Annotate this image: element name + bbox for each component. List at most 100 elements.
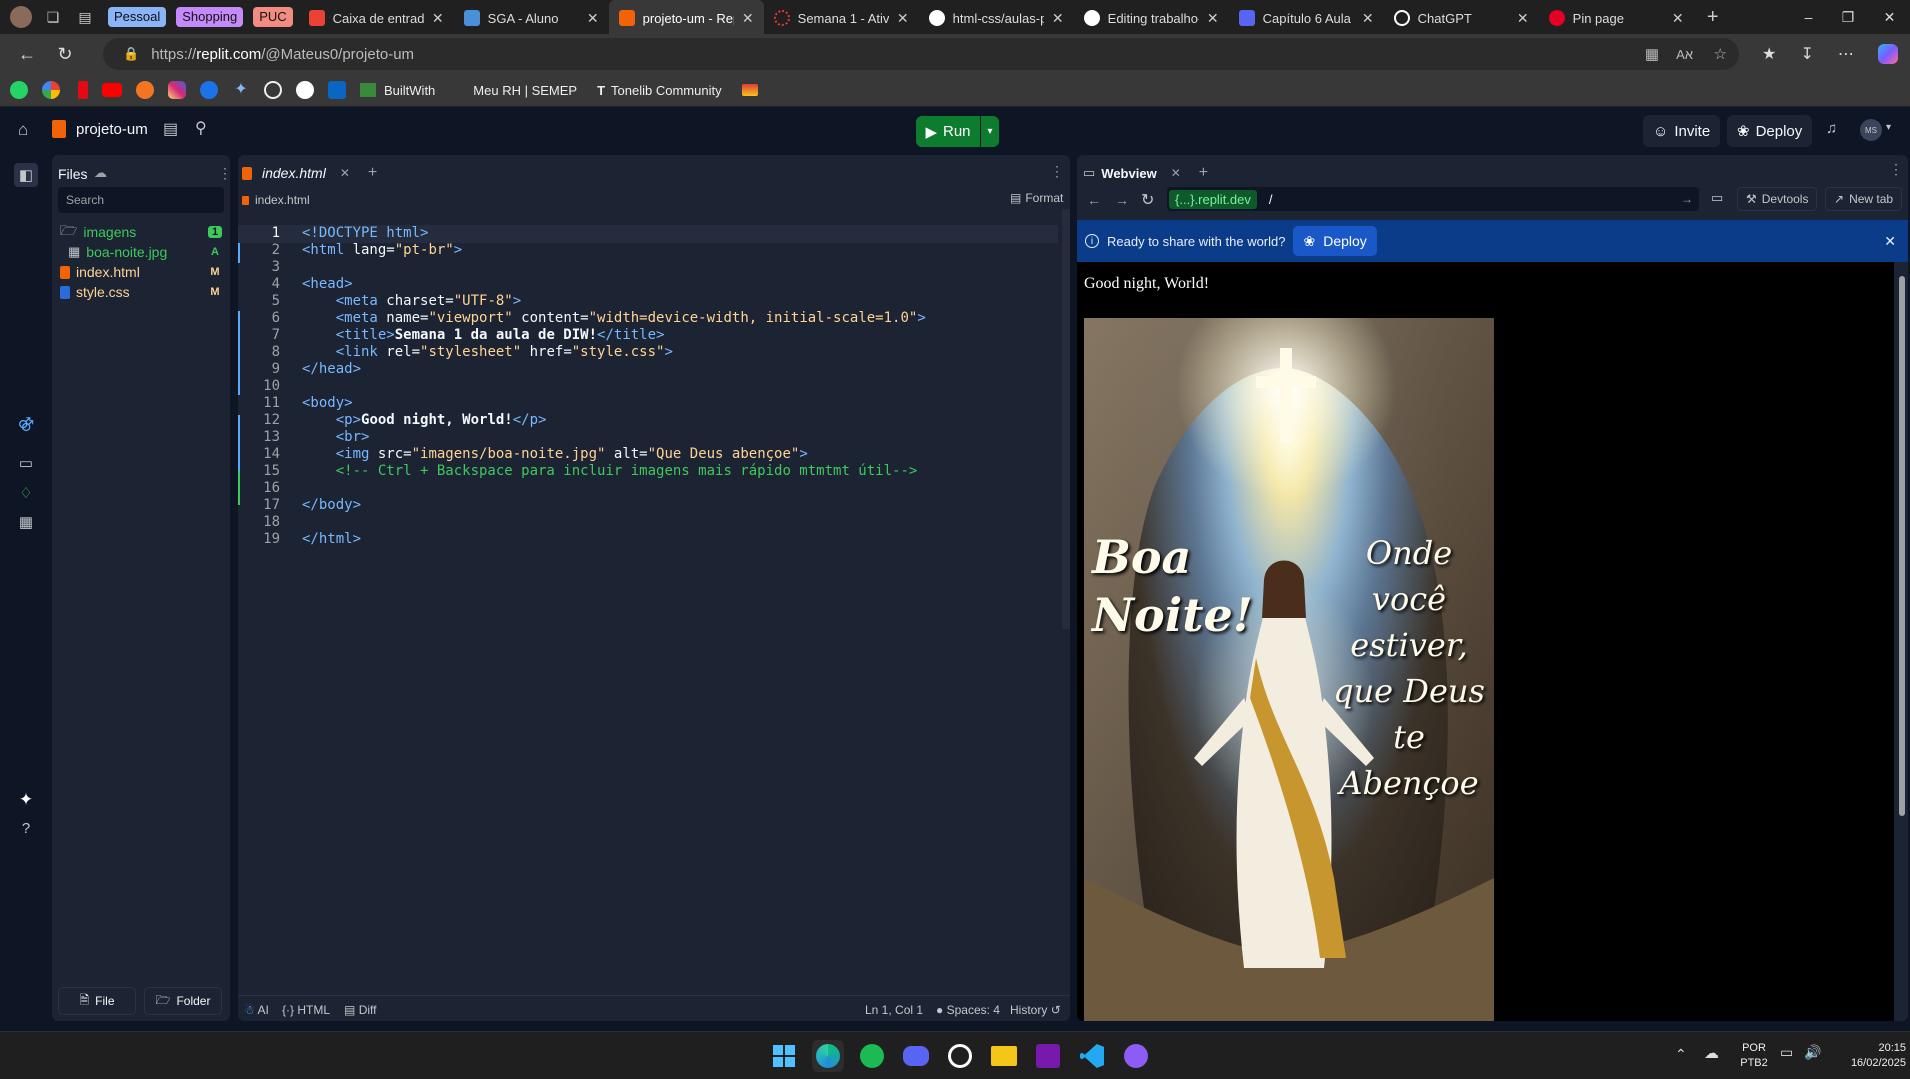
new-folder-button[interactable]: 🗁 Folder [144, 987, 222, 1015]
vertical-tabs-icon[interactable]: ▤ [74, 6, 96, 28]
close-icon[interactable]: ✕ [1052, 10, 1064, 27]
downloads-icon[interactable]: ↧ [1800, 44, 1813, 64]
tab-replit[interactable]: projeto-um - Replit✕ [608, 0, 764, 34]
close-icon[interactable]: ✕ [1362, 10, 1374, 27]
favorite-star-icon[interactable]: ☆ [1714, 45, 1727, 63]
gemini-bookmark-icon[interactable]: ✦ [232, 81, 250, 99]
go-icon[interactable]: → [1681, 192, 1693, 206]
add-tab-icon[interactable]: + [368, 164, 377, 182]
github-desktop-icon[interactable] [1120, 1040, 1152, 1072]
split-screen-icon[interactable]: ▦ [1645, 45, 1659, 63]
run-options-dropdown[interactable]: ▾ [981, 116, 999, 147]
new-file-button[interactable]: 🗎 File [58, 987, 136, 1015]
bookmark-builtwith[interactable]: BuiltWith [360, 83, 435, 98]
avatar[interactable]: MS [1860, 119, 1882, 141]
network-icon[interactable]: ▭ [1780, 1044, 1793, 1061]
tab-semana[interactable]: Semana 1 - Atividade✕ [764, 0, 919, 34]
url-bar[interactable]: 🔒 https://replit.com/@Mateus0/projeto-um… [103, 38, 1739, 70]
tab-index-html[interactable]: index.html ✕ + [242, 159, 377, 187]
play-bookmark-icon[interactable] [200, 81, 218, 99]
file-index-html[interactable]: index.html M [60, 261, 222, 283]
close-icon[interactable]: ✕ [432, 10, 444, 27]
bell-icon[interactable]: ♫ [1826, 120, 1837, 137]
tab-github-editing[interactable]: Editing trabalho-p✕ [1074, 0, 1229, 34]
forward-icon[interactable]: → [1115, 192, 1129, 208]
webview-scrollbar[interactable] [1896, 262, 1908, 1021]
tab-sga[interactable]: SGA - Aluno ✕ [454, 0, 609, 34]
tab-capitulo[interactable]: Capítulo 6 Aula 4 ✕ [1229, 0, 1384, 34]
more-options-icon[interactable]: ⋮ [1050, 163, 1064, 180]
edge-icon[interactable] [812, 1040, 844, 1072]
add-tab-icon[interactable]: + [1199, 164, 1208, 182]
help-icon[interactable]: ? [14, 816, 38, 840]
more-icon[interactable]: ⋯ [1838, 44, 1854, 64]
back-icon[interactable]: ← [10, 37, 44, 71]
openai-bookmark-icon[interactable] [264, 81, 282, 99]
close-icon[interactable]: ✕ [1517, 10, 1529, 27]
read-aloud-icon[interactable]: Aא [1676, 47, 1693, 62]
onenote-icon[interactable] [1032, 1040, 1064, 1072]
tab-webview[interactable]: ▭ Webview ✕ + [1083, 161, 1208, 185]
new-tab-button[interactable]: ↗ New tab [1825, 187, 1903, 211]
banner-deploy-button[interactable]: ❀ Deploy [1293, 226, 1377, 256]
crunchyroll-bookmark-icon[interactable] [136, 81, 154, 99]
youtube-bookmark-icon[interactable] [102, 83, 122, 97]
reload-icon[interactable]: ↻ [48, 37, 82, 71]
bookmark-meu-rh[interactable]: Meu RH | SEMEP [473, 83, 577, 98]
profile-avatar[interactable] [10, 6, 32, 28]
file-style-css[interactable]: style.css M [60, 281, 222, 303]
tab-github-aulas[interactable]: html-css/aulas-pr ✕ [919, 0, 1074, 34]
invite-button[interactable]: ☺ Invite [1643, 115, 1721, 147]
folder-bookmark-icon[interactable] [741, 84, 758, 96]
files-search-input[interactable]: Search [58, 187, 224, 213]
secrets-icon[interactable]: ♢ [14, 481, 38, 505]
instagram-bookmark-icon[interactable] [168, 81, 186, 99]
close-icon[interactable]: ✕ [1171, 166, 1181, 180]
close-icon[interactable]: ✕ [587, 10, 599, 27]
diff-button[interactable]: ▤ Diff [344, 1003, 376, 1017]
input-language[interactable]: POR PTB2 [1738, 1041, 1770, 1071]
discord-icon[interactable] [900, 1040, 932, 1072]
clock[interactable]: 20:15 16/02/2025 [1830, 1041, 1906, 1071]
file-tree-icon[interactable]: ◧ [14, 163, 38, 187]
format-button[interactable]: ▤ Format [1010, 191, 1063, 205]
new-tab-icon[interactable]: + [1702, 6, 1724, 28]
tab-group-puc[interactable]: PUC [253, 7, 293, 27]
close-window-icon[interactable]: ✕ [1884, 9, 1896, 26]
more-options-icon[interactable]: ⋮ [218, 165, 232, 182]
spotify-icon[interactable] [856, 1040, 888, 1072]
home-icon[interactable]: ⌂ [18, 120, 28, 140]
whatsapp-icon[interactable] [944, 1040, 976, 1072]
tab-group-pessoal[interactable]: Pessoal [108, 7, 167, 27]
reload-icon[interactable]: ↻ [1141, 190, 1154, 210]
google-bookmark-icon[interactable] [42, 81, 60, 99]
close-icon[interactable]: ✕ [1207, 10, 1219, 27]
tab-gmail[interactable]: Caixa de entrada ✕ [299, 0, 454, 34]
search-icon[interactable]: ⚲ [195, 118, 207, 138]
file-boa-noite-jpg[interactable]: ▦ boa-noite.jpg A [60, 241, 222, 263]
scrollbar-thumb[interactable] [1899, 276, 1905, 816]
linkedin-bookmark-icon[interactable] [328, 81, 346, 99]
indent-setting[interactable]: ● Spaces: 4 [936, 1003, 1000, 1017]
vscode-icon[interactable] [1076, 1040, 1108, 1072]
deploy-button[interactable]: ❀ Deploy [1727, 115, 1813, 147]
editor-scrollbar[interactable] [1062, 209, 1070, 629]
device-icon[interactable]: ▭ [1711, 190, 1723, 206]
bookmark-tonelib[interactable]: T Tonelib Community [597, 83, 722, 98]
netflix-bookmark-icon[interactable] [78, 81, 88, 99]
git-icon[interactable]: ⚣ [14, 411, 38, 435]
favorites-icon[interactable]: ★ [1762, 44, 1776, 64]
volume-icon[interactable]: 🔊 [1804, 1044, 1821, 1061]
ai-button[interactable]: ☃ AI [244, 1003, 269, 1017]
close-icon[interactable]: ✕ [897, 10, 909, 27]
back-icon[interactable]: ← [1087, 192, 1101, 208]
close-icon[interactable]: ✕ [1672, 10, 1684, 27]
close-icon[interactable]: ✕ [340, 166, 350, 180]
close-icon[interactable]: ✕ [742, 10, 754, 27]
minimize-icon[interactable]: – [1805, 9, 1813, 25]
chevron-up-icon[interactable]: ⌃ [1675, 1046, 1687, 1063]
tab-chatgpt[interactable]: ChatGPT ✕ [1384, 0, 1539, 34]
sparkle-icon[interactable]: ✦ [14, 788, 38, 812]
close-icon[interactable]: ✕ [1884, 233, 1896, 250]
copilot-icon[interactable] [1877, 44, 1898, 64]
